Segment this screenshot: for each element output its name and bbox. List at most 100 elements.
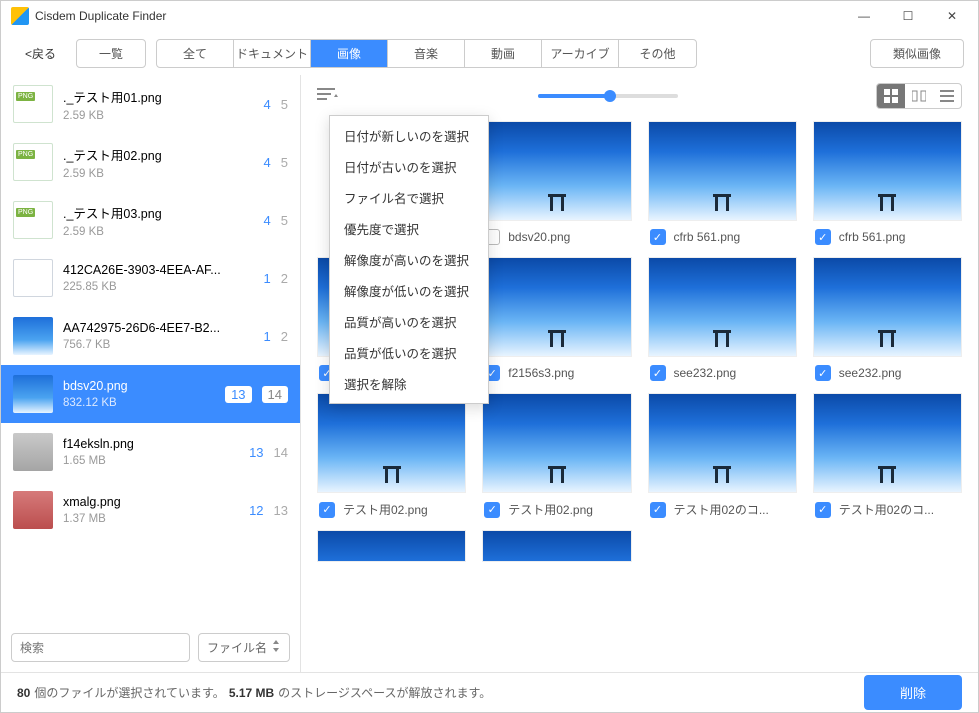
dropdown-item[interactable]: 品質が高いのを選択 [330, 306, 488, 337]
thumbnail-tile[interactable]: ✓ テスト用02.png [482, 393, 631, 518]
segment-1[interactable]: ドキュメント [234, 40, 311, 67]
tile-checkbox[interactable]: ✓ [319, 502, 335, 518]
minimize-button[interactable]: — [842, 2, 886, 30]
file-row[interactable]: PNG._テスト用01.png2.59 KB45 [1, 75, 300, 133]
total-count: 14 [262, 386, 288, 403]
segment-2[interactable]: 画像 [311, 40, 388, 67]
thumbnail-tile[interactable]: ✓f2156s3.png [482, 257, 631, 381]
sort-label: ファイル名 [207, 639, 267, 656]
view-toggle [876, 83, 962, 109]
file-size: 756.7 KB [63, 339, 254, 351]
tile-label: see232.png [674, 366, 737, 380]
delete-button[interactable]: 削除 [864, 675, 962, 710]
thumbnail-size-slider[interactable] [538, 94, 678, 98]
tile-image [482, 393, 631, 493]
window-title: Cisdem Duplicate Finder [35, 9, 842, 23]
file-row[interactable]: xmalg.png1.37 MB1213 [1, 481, 300, 539]
tile-image [648, 393, 797, 493]
total-count: 5 [281, 97, 288, 112]
dropdown-item[interactable]: 日付が古いのを選択 [330, 151, 488, 182]
segment-0[interactable]: 全て [157, 40, 234, 67]
selected-count: 13 [249, 445, 263, 460]
dropdown-item[interactable]: 選択を解除 [330, 368, 488, 399]
file-size: 832.12 KB [63, 397, 215, 409]
tile-label: テスト用02.png [508, 501, 593, 518]
tile-label: cfrb 561.png [839, 230, 906, 244]
file-list: PNG._テスト用01.png2.59 KB45 PNG ._テスト用02.png 2… [1, 75, 300, 623]
tile-checkbox[interactable]: ✓ [650, 365, 666, 381]
file-name: ._テスト用02.png [63, 145, 254, 164]
sidebar-bottom: ファイル名 [1, 623, 300, 672]
total-count: 14 [274, 445, 288, 460]
dropdown-item[interactable]: 解像度が低いのを選択 [330, 275, 488, 306]
segment-5[interactable]: アーカイブ [542, 40, 619, 67]
segment-6[interactable]: その他 [619, 40, 696, 67]
tile-image [813, 121, 962, 221]
tile-checkbox[interactable]: ✓ [484, 502, 500, 518]
tile-checkbox[interactable]: ✓ [650, 229, 666, 245]
tile-checkbox[interactable]: ✓ [815, 229, 831, 245]
file-row[interactable]: PNG._テスト用02.png2.59 KB45 [1, 133, 300, 191]
tile-checkbox[interactable]: ✓ [650, 502, 666, 518]
thumbnail-tile[interactable]: ✓cfrb 561.png [648, 121, 797, 245]
file-thumbnail [13, 259, 53, 297]
file-row[interactable]: AA742975-26D6-4EE7-B2...756.7 KB12 [1, 307, 300, 365]
search-input[interactable] [11, 633, 190, 662]
list-button[interactable]: 一覧 [76, 39, 146, 68]
tile-image [813, 393, 962, 493]
thumbnail-tile-partial[interactable] [317, 530, 466, 562]
file-name: ._テスト用01.png [63, 87, 254, 106]
status-text-1: 個のファイルが選択されています。 [34, 684, 224, 701]
statusbar: 80 個のファイルが選択されています。 5.17 MB のストレージスペースが解… [1, 672, 978, 712]
thumbnail-tile[interactable]: ✓ cfrb 561.png [813, 121, 962, 245]
tile-image [648, 121, 797, 221]
selected-count: 4 [264, 213, 271, 228]
tile-checkbox[interactable]: ✓ [815, 502, 831, 518]
tile-checkbox[interactable]: ✓ [815, 365, 831, 381]
selected-count: 1 [264, 271, 271, 286]
list-view-button[interactable] [933, 84, 961, 108]
dropdown-item[interactable]: 解像度が高いのを選択 [330, 244, 488, 275]
thumbnail-tile[interactable]: bdsv20.png [482, 121, 631, 245]
tile-image [482, 121, 631, 221]
grid-view-button[interactable] [877, 84, 905, 108]
dropdown-item[interactable]: 日付が新しいのを選択 [330, 120, 488, 151]
dropdown-item[interactable]: 優先度で選択 [330, 213, 488, 244]
file-row[interactable]: f14eksln.png1.65 MB1314 [1, 423, 300, 481]
total-count: 2 [281, 271, 288, 286]
file-size: 1.37 MB [63, 513, 239, 525]
sort-button[interactable]: ファイル名 [198, 633, 290, 662]
thumbnail-tile[interactable]: ✓ see232.png [648, 257, 797, 381]
similar-images-button[interactable]: 類似画像 [870, 39, 964, 68]
thumbnail-tile[interactable]: ✓テスト用02のコ... [648, 393, 797, 518]
dropdown-item[interactable]: ファイル名で選択 [330, 182, 488, 213]
thumbnail-tile[interactable]: ✓テスト用02.png [317, 393, 466, 518]
file-name: 412CA26E-3903-4EEA-AF... [63, 263, 254, 277]
close-button[interactable]: ✕ [930, 2, 974, 30]
compare-view-button[interactable] [905, 84, 933, 108]
total-count: 5 [281, 213, 288, 228]
file-row[interactable]: 412CA26E-3903-4EEA-AF...225.85 KB12 [1, 249, 300, 307]
file-thumbnail [13, 375, 53, 413]
dropdown-item[interactable]: 品質が低いのを選択 [330, 337, 488, 368]
thumbnail-tile-partial[interactable] [482, 530, 631, 562]
category-segment: 全てドキュメント画像音楽動画アーカイブその他 [156, 39, 697, 68]
status-text-2: のストレージスペースが解放されます。 [278, 684, 491, 701]
selected-count: 12 [249, 503, 263, 518]
tile-label: テスト用02のコ... [839, 501, 934, 518]
thumbnail-tile[interactable]: ✓see232.png [813, 257, 962, 381]
file-row[interactable]: PNG._テスト用03.png2.59 KB45 [1, 191, 300, 249]
file-thumbnail [13, 317, 53, 355]
thumbnail-tile[interactable]: ✓ テスト用02のコ... [813, 393, 962, 518]
file-row[interactable]: bdsv20.png832.12 KB1314 [1, 365, 300, 423]
maximize-button[interactable]: ☐ [886, 2, 930, 30]
sort-menu-button[interactable] [317, 88, 339, 104]
back-button[interactable]: <戻る [15, 39, 66, 68]
tile-label: f2156s3.png [508, 366, 574, 380]
total-count: 5 [281, 155, 288, 170]
segment-3[interactable]: 音楽 [388, 40, 465, 67]
selected-count: 4 [264, 155, 271, 170]
segment-4[interactable]: 動画 [465, 40, 542, 67]
file-thumbnail: PNG [13, 143, 53, 181]
selected-count: 4 [264, 97, 271, 112]
